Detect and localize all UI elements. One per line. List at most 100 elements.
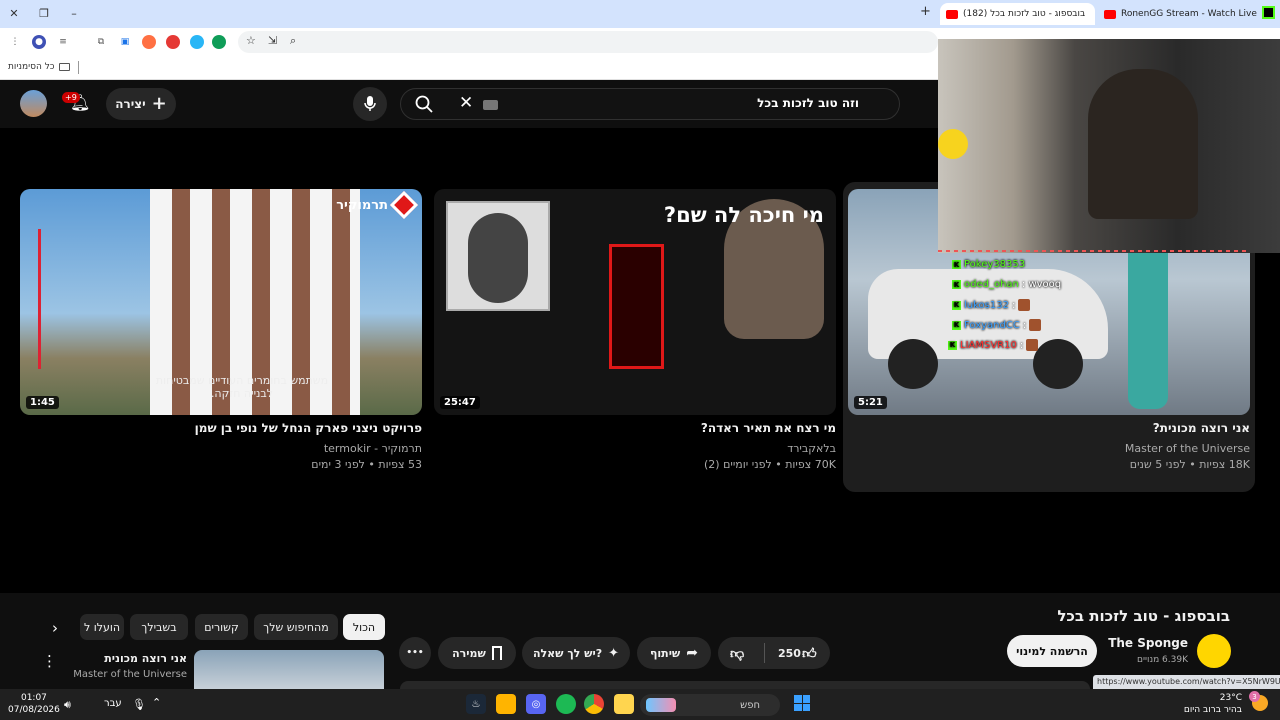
share-button[interactable]: שיתוף ➦ bbox=[637, 637, 711, 669]
tab-search-icon[interactable]: ▣ bbox=[118, 35, 132, 49]
chat-user: Pokey38353 bbox=[964, 259, 1026, 270]
all-bookmarks-label: כל הסימניות bbox=[8, 62, 55, 72]
extension-icon[interactable] bbox=[212, 35, 226, 49]
subscribe-button[interactable]: הרשמה למינוי bbox=[1007, 635, 1097, 667]
extensions-icon[interactable]: ⧉ bbox=[94, 35, 108, 49]
rec-thumbnail[interactable] bbox=[194, 650, 384, 689]
chip-from-search[interactable]: מהחיפוש שלך bbox=[254, 614, 338, 640]
chip-related[interactable]: קשורים bbox=[195, 614, 248, 640]
chat-user: oded_ohan bbox=[964, 279, 1019, 290]
tab-spongebob[interactable]: (182) בובספוג - טוב לזכות בכל bbox=[940, 3, 1095, 25]
app-icon[interactable] bbox=[496, 694, 516, 714]
chip-uploaded[interactable]: הועלו ל bbox=[80, 614, 124, 640]
kick-icon: K bbox=[952, 280, 961, 289]
search-box[interactable]: ✕ וזה טוב לזכות בכל bbox=[400, 88, 900, 120]
youtube-icon bbox=[1104, 9, 1116, 19]
language-indicator[interactable]: עבר bbox=[104, 698, 122, 709]
extension-icon[interactable] bbox=[142, 35, 156, 49]
chrome-icon[interactable] bbox=[584, 694, 604, 714]
wheel-shape bbox=[1033, 339, 1083, 389]
webcam-overlay bbox=[938, 39, 1280, 253]
discord-icon[interactable]: ◎ bbox=[526, 694, 546, 714]
like-icon[interactable]: 👍︎ bbox=[802, 645, 817, 662]
reading-list-icon[interactable]: ≡ bbox=[56, 35, 70, 49]
video-duration: 5:21 bbox=[854, 396, 887, 409]
new-tab-button[interactable]: + bbox=[920, 4, 931, 19]
chip-all[interactable]: הכול bbox=[343, 614, 385, 640]
video-channel[interactable]: תרמוקיר - termokir bbox=[324, 442, 422, 455]
video-thumbnail[interactable]: תרמוקיר משתמש בחומרים העודיים שמבטיחות ל… bbox=[20, 189, 422, 415]
close-window-button[interactable]: ✕ bbox=[4, 4, 24, 22]
photo-inset bbox=[446, 201, 550, 311]
rec-title[interactable]: אני רוצה מכונית bbox=[104, 652, 187, 665]
extension-icon[interactable] bbox=[166, 35, 180, 49]
channel-avatar[interactable] bbox=[1197, 634, 1231, 668]
like-count[interactable]: 250 bbox=[778, 647, 801, 660]
windows-start-icon[interactable] bbox=[794, 695, 810, 711]
profile-icon[interactable]: ● bbox=[32, 35, 46, 49]
save-button[interactable]: שמירה bbox=[438, 637, 516, 669]
bookmark-star-icon[interactable]: ☆ bbox=[246, 34, 256, 47]
tab-title: RonenGG Stream - Watch Live o bbox=[1121, 9, 1258, 19]
video-thumbnail[interactable]: מי חיכה לה שם? 25:47 bbox=[434, 189, 836, 415]
video-title[interactable]: אני רוצה מכונית? bbox=[1153, 421, 1250, 435]
keyboard-icon[interactable] bbox=[483, 100, 498, 110]
plus-icon: + bbox=[151, 93, 167, 114]
status-url: https://www.youtube.com/watch?v=X5NrW9UE… bbox=[1093, 675, 1280, 689]
menu-dots-icon[interactable]: ⋮ bbox=[42, 652, 57, 670]
file-explorer-icon[interactable] bbox=[614, 694, 634, 714]
share-icon: ➦ bbox=[686, 645, 699, 661]
video-channel[interactable]: בלאקבירד bbox=[787, 442, 836, 455]
spotify-icon[interactable] bbox=[556, 694, 576, 714]
description-box[interactable] bbox=[400, 681, 1090, 689]
chip-for-you[interactable]: בשבילך bbox=[130, 614, 188, 640]
search-icon[interactable] bbox=[415, 95, 433, 117]
clear-search-icon[interactable]: ✕ bbox=[459, 93, 473, 113]
dislike-icon[interactable]: 👎︎ bbox=[730, 645, 744, 662]
install-icon[interactable]: ⇲ bbox=[268, 34, 277, 47]
avatar[interactable] bbox=[20, 90, 47, 117]
weather-widget[interactable]: 23°C בהיר ברוב היום bbox=[1184, 692, 1242, 716]
chat-user: FoxyandCC bbox=[964, 319, 1020, 331]
extension-icon[interactable] bbox=[190, 35, 204, 49]
all-bookmarks-button[interactable]: כל הסימניות bbox=[8, 62, 70, 72]
chevron-right-icon[interactable]: › bbox=[52, 619, 58, 637]
search-input[interactable]: וזה טוב לזכות בכל bbox=[757, 96, 859, 110]
clock[interactable]: 01:07 07/08/2026 bbox=[8, 692, 60, 716]
video-title[interactable]: מי רצח את תאיר ראדה? bbox=[701, 421, 836, 435]
chat-message: K FoxyandCC : bbox=[952, 319, 1042, 331]
channel-name[interactable]: The Sponge bbox=[1108, 636, 1188, 650]
voice-search-button[interactable] bbox=[353, 87, 387, 121]
wheel-shape bbox=[888, 339, 938, 389]
video-title[interactable]: פרויקט ניצני פארק הנחל של נופי בן שמן bbox=[195, 421, 422, 435]
folder-icon bbox=[58, 63, 70, 71]
restore-window-button[interactable]: ❐ bbox=[34, 4, 54, 22]
speaker-icon[interactable]: 🔊︎ bbox=[64, 698, 71, 712]
share-label: שיתוף bbox=[649, 646, 681, 660]
chevron-up-icon[interactable]: ⌃ bbox=[152, 696, 161, 709]
video-duration: 25:47 bbox=[440, 396, 480, 409]
more-actions-button[interactable]: ••• bbox=[399, 637, 431, 669]
microphone-icon[interactable]: 🎙︎ bbox=[132, 698, 146, 711]
microphone-icon bbox=[364, 96, 376, 111]
tab-ronengg[interactable]: RonenGG Stream - Watch Live o bbox=[1098, 3, 1258, 25]
video-duration: 1:45 bbox=[26, 396, 59, 409]
steam-icon[interactable]: ♨ bbox=[466, 694, 486, 714]
toy-shape bbox=[938, 129, 968, 159]
chat-text: : bbox=[1011, 299, 1016, 311]
kick-icon: K bbox=[948, 340, 957, 350]
address-bar[interactable]: ☆ ⇲ ⌕ bbox=[238, 31, 938, 53]
notification-badge: 3 bbox=[1249, 691, 1260, 702]
zoom-icon[interactable]: ⌕ bbox=[290, 34, 296, 48]
menu-dots-icon[interactable]: ⋮ bbox=[8, 35, 22, 49]
video-channel[interactable]: Master of the Universe bbox=[1125, 442, 1250, 455]
video-meta: 53 צפיות • לפני 3 ימים bbox=[311, 458, 422, 471]
like-dislike-group: 👎︎ 250 👍︎ bbox=[718, 637, 830, 669]
rec-channel[interactable]: Master of the Universe bbox=[73, 669, 187, 680]
ask-button[interactable]: יש לך שאלה? ✦ bbox=[522, 637, 630, 669]
minimize-window-button[interactable]: – bbox=[64, 4, 84, 22]
logo-text: תרמוקיר bbox=[336, 197, 388, 213]
streamer-figure bbox=[1088, 69, 1198, 219]
kick-icon: K bbox=[952, 320, 961, 330]
create-button[interactable]: יצירה + bbox=[106, 88, 176, 120]
